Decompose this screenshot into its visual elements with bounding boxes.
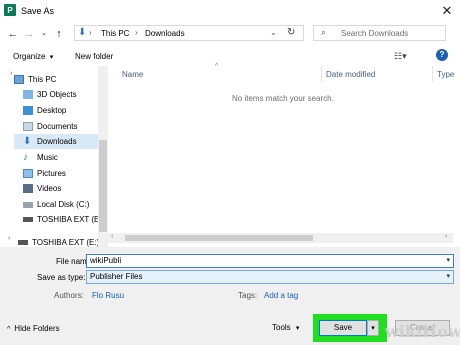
save-as-type-value: Publisher Files	[90, 272, 143, 281]
chevron-down-icon: ▾	[446, 273, 450, 280]
cube-folder-icon	[23, 90, 33, 99]
address-dropdown-icon[interactable]: ⌄	[270, 28, 277, 37]
chevron-down-icon: ▾	[49, 54, 54, 61]
breadcrumb-separator-icon: ›	[135, 28, 138, 37]
music-note-icon: ♪	[23, 152, 28, 163]
tags-input[interactable]: Add a tag	[264, 291, 298, 300]
search-input[interactable]: ⌕ Search Downloads	[313, 25, 446, 41]
videos-folder-icon	[23, 184, 33, 193]
navigation-pane: This PC 3D Objects Desktop Documents ⬇ D…	[0, 66, 108, 252]
sidebar-item-local-disk[interactable]: Local Disk (C:)	[23, 197, 89, 212]
window-title: Save As	[21, 6, 55, 16]
chevron-down-icon[interactable]: ▾	[446, 255, 450, 267]
usb-drive-icon	[18, 240, 28, 245]
authors-value[interactable]: Flo Rusu	[92, 291, 124, 300]
column-divider[interactable]	[321, 66, 322, 82]
hide-folders-label: Hide Folders	[14, 324, 60, 333]
sidebar-item-label: 3D Objects	[37, 90, 77, 99]
hide-folders-button[interactable]: ^ Hide Folders	[7, 324, 60, 333]
help-icon[interactable]: ?	[436, 49, 448, 61]
file-name-value: wikiPubli	[90, 256, 122, 265]
sidebar-item-videos[interactable]: Videos	[23, 181, 61, 196]
sidebar-item-label: Local Disk (C:)	[37, 200, 90, 209]
computer-icon	[14, 75, 24, 84]
sidebar-item-label: Music	[37, 153, 58, 162]
documents-folder-icon	[23, 122, 33, 131]
breadcrumb-downloads[interactable]: Downloads	[145, 29, 185, 38]
expand-chevron-icon[interactable]: ›	[8, 235, 10, 242]
command-toolbar: Organize ▾ New folder ☷▾ ?	[0, 46, 460, 66]
sidebar-scroll-thumb[interactable]	[99, 140, 107, 232]
column-header-name[interactable]: Name	[122, 70, 143, 79]
sort-caret-icon: ^	[215, 63, 219, 70]
horizontal-scroll-thumb[interactable]	[125, 235, 313, 241]
save-options-dropdown[interactable]: ▾	[367, 320, 379, 336]
search-icon: ⌕	[321, 27, 327, 37]
chevron-down-icon: ▾	[371, 325, 375, 332]
sidebar-item-label: Pictures	[37, 169, 66, 178]
forward-arrow-icon[interactable]: →	[22, 27, 36, 41]
organize-button[interactable]: Organize ▾	[13, 52, 53, 61]
sidebar-item-downloads[interactable]: ⬇ Downloads	[14, 134, 98, 149]
save-as-type-select[interactable]: Publisher Files ▾	[86, 270, 454, 284]
sidebar-item-label: Downloads	[37, 137, 77, 146]
back-arrow-icon[interactable]: ←	[6, 27, 20, 41]
sidebar-item-documents[interactable]: Documents	[23, 119, 77, 134]
sidebar-item-label: Desktop	[37, 106, 67, 115]
sidebar-item-label: TOSHIBA EXT (E:	[37, 215, 102, 224]
tools-button[interactable]: Tools ▾	[272, 323, 299, 332]
title-bar: P Save As ✕	[0, 0, 460, 22]
authors-label: Authors:	[54, 291, 84, 300]
breadcrumb-this-pc[interactable]: This PC	[101, 29, 129, 38]
sidebar-item-label: Documents	[37, 122, 78, 131]
scroll-right-icon[interactable]: ›	[445, 233, 447, 240]
sidebar-item-label: Videos	[37, 184, 62, 193]
drive-icon	[23, 201, 33, 208]
wikihow-watermark: wikiHow	[385, 322, 460, 341]
expand-chevron-icon[interactable]: ›	[10, 70, 12, 77]
scroll-left-icon[interactable]: ‹	[111, 233, 113, 240]
publisher-app-icon: P	[4, 4, 16, 16]
pictures-folder-icon	[23, 169, 33, 178]
close-icon[interactable]: ✕	[438, 3, 456, 19]
save-as-type-label: Save as type:	[37, 273, 86, 282]
download-arrow-icon: ⬇	[23, 136, 32, 147]
recent-locations-chevron-icon[interactable]: ⌄	[37, 27, 51, 41]
tags-label: Tags:	[238, 291, 258, 300]
desktop-folder-icon	[23, 106, 33, 115]
sidebar-item-music[interactable]: ♪ Music	[23, 150, 58, 165]
sidebar-item-this-pc[interactable]: This PC	[14, 72, 56, 87]
new-folder-button[interactable]: New folder	[75, 52, 113, 61]
sidebar-item-3d-objects[interactable]: 3D Objects	[23, 87, 77, 102]
breadcrumb-separator-icon: ›	[89, 28, 92, 37]
sidebar-item-toshiba-ext[interactable]: TOSHIBA EXT (E:	[23, 212, 102, 227]
sidebar-item-label: TOSHIBA EXT (E:)	[32, 238, 100, 247]
usb-drive-icon	[23, 217, 33, 222]
column-divider[interactable]	[432, 66, 433, 82]
save-button[interactable]: Save	[319, 320, 367, 336]
column-header-type[interactable]: Type	[437, 70, 454, 79]
sidebar-item-desktop[interactable]: Desktop	[23, 103, 66, 118]
organize-label: Organize	[13, 52, 46, 61]
address-bar[interactable]: ⬇ › This PC › Downloads ⌄	[74, 25, 304, 41]
tools-label: Tools	[272, 323, 291, 332]
file-name-field[interactable]: wikiPubli ▾	[86, 254, 454, 268]
refresh-icon[interactable]: ↻	[287, 27, 295, 38]
chevron-down-icon: ▾	[295, 325, 300, 332]
empty-list-message: No items match your search.	[232, 94, 334, 103]
sidebar-item-pictures[interactable]: Pictures	[23, 166, 66, 181]
chevron-up-icon: ^	[7, 326, 11, 333]
up-arrow-icon[interactable]: ↑	[52, 27, 66, 41]
sidebar-item-label: This PC	[28, 75, 57, 84]
column-header-date-modified[interactable]: Date modified	[326, 70, 375, 79]
downloads-location-icon: ⬇	[78, 27, 87, 38]
view-options-icon[interactable]: ☷▾	[394, 51, 407, 62]
search-placeholder: Search Downloads	[341, 29, 409, 38]
